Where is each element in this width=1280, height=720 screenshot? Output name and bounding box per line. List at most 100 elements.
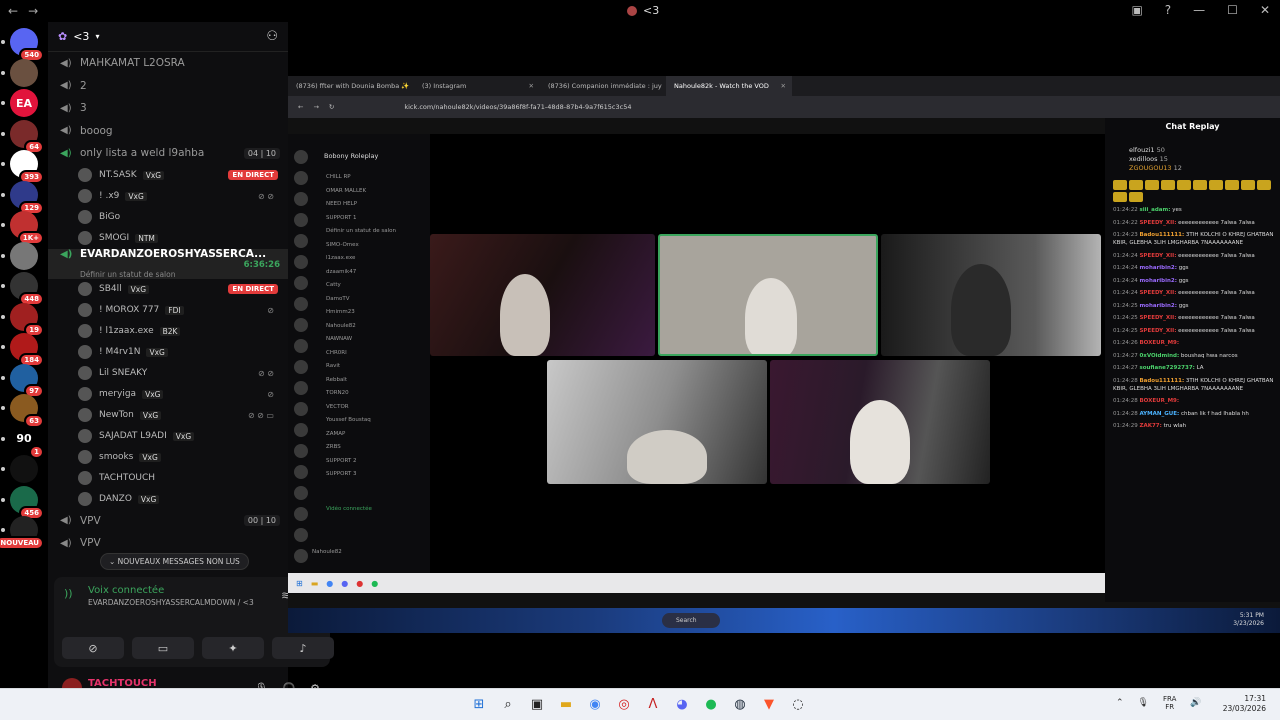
language-indicator[interactable]: FRA FR xyxy=(1163,695,1176,711)
voice-member[interactable]: TACHTOUCH xyxy=(48,468,288,489)
voice-channel[interactable]: ◀) booog xyxy=(48,120,288,143)
video-tile-4[interactable] xyxy=(547,360,767,484)
server-icon[interactable]: 97 xyxy=(10,363,44,398)
chat-username[interactable]: SPEEDY_XII: xyxy=(1139,253,1176,259)
voice-member[interactable]: SB4ll VxG EN DIRECT xyxy=(48,279,288,300)
voice-member[interactable]: SAJADAT L9ADI VxG xyxy=(48,426,288,447)
obs-icon[interactable]: ◌ xyxy=(787,693,809,715)
browser-tab[interactable]: (8736) ffter with Dounia Bomba ✨✕ xyxy=(288,76,414,96)
add-member-icon[interactable]: ⚇ xyxy=(266,29,278,44)
server-icon[interactable]: 448 xyxy=(10,272,44,306)
voice-member[interactable]: DANZO VxG xyxy=(48,489,288,510)
chat-username[interactable]: moharibin2: xyxy=(1139,265,1177,271)
server-icon[interactable]: 63 xyxy=(10,394,44,428)
acrobat-icon[interactable]: Λ xyxy=(642,693,664,715)
chat-username[interactable]: Badou111111: xyxy=(1139,378,1184,384)
back-icon[interactable]: ← xyxy=(298,103,303,111)
voice-channel[interactable]: ◀) 3 xyxy=(48,97,288,120)
close-icon[interactable]: ✕ xyxy=(1260,3,1270,17)
voice-channel-active[interactable]: ◀) EVARDANZOEROSHYASSERCA... 6:36:26 Défini… xyxy=(48,248,288,279)
camera-button[interactable]: ⊘ xyxy=(62,637,124,659)
server-icon[interactable]: EA xyxy=(10,89,38,117)
server-icon[interactable]: 456 xyxy=(10,485,44,520)
channel-status[interactable]: Définir un statut de salon xyxy=(60,270,288,279)
chat-username[interactable]: 0xVOidmind: xyxy=(1139,353,1179,359)
windows-start-icon[interactable]: ⊞ xyxy=(468,693,490,715)
server-icon[interactable]: 1K+ xyxy=(10,211,44,245)
forward-icon[interactable]: → xyxy=(313,103,318,111)
video-tile-5[interactable] xyxy=(770,360,990,484)
chat-username[interactable]: SPEEDY_XII: xyxy=(1139,328,1176,334)
server-icon[interactable]: 129 xyxy=(10,180,44,215)
voice-channel[interactable]: ◀) only lista a weld l9ahba 04 | 10 xyxy=(48,142,288,165)
server-header[interactable]: ✿ <3 ▾ ⚇ xyxy=(48,22,288,52)
voice-member[interactable]: SMOGI NTM xyxy=(48,228,288,249)
voice-channel[interactable]: ◀) VPV 00 | 10 xyxy=(48,510,288,533)
chat-username[interactable]: BOXEUR_M9: xyxy=(1139,340,1179,346)
chat-username[interactable]: moharibin2: xyxy=(1139,303,1177,309)
video-tile-2[interactable] xyxy=(658,234,878,356)
task-view-icon[interactable]: ▣ xyxy=(526,693,548,715)
steam-icon[interactable]: ◍ xyxy=(729,693,751,715)
voice-member[interactable]: ! M4rv1N VxG xyxy=(48,342,288,363)
server-icon[interactable]: 184 xyxy=(10,333,44,367)
server-icon[interactable] xyxy=(10,455,38,483)
brave-icon[interactable]: ▼ xyxy=(758,693,780,715)
server-icon[interactable]: 90 1 xyxy=(10,424,44,459)
chat-username[interactable]: soufiane7292737: xyxy=(1139,365,1194,371)
stream-view[interactable]: (8736) ffter with Dounia Bomba ✨✕(3) Ins… xyxy=(288,76,1280,632)
soundboard-button[interactable]: ♪ xyxy=(272,637,334,659)
chat-username[interactable]: Badou111111: xyxy=(1139,232,1184,238)
help-icon[interactable]: ? xyxy=(1165,3,1171,17)
server-icon[interactable]: 393 xyxy=(10,150,44,184)
server-icon[interactable] xyxy=(10,241,38,270)
browser-tab[interactable]: Nahoule82k - Watch the VOD ✕ xyxy=(666,76,792,96)
back-arrow-icon[interactable]: ← xyxy=(8,4,18,18)
chat-username[interactable]: ZAK77: xyxy=(1139,423,1161,429)
browser-tab[interactable]: (3) Instagram ✕ xyxy=(414,76,540,96)
minimize-icon[interactable]: — xyxy=(1193,3,1205,17)
voice-member[interactable]: NewTon VxG ⊘ ⊘ ▭ xyxy=(48,405,288,426)
voice-member[interactable]: BiGo xyxy=(48,207,288,228)
chat-username[interactable]: siii_adam: xyxy=(1139,207,1170,213)
chat-username[interactable]: BOXEUR_M9: xyxy=(1139,398,1179,404)
volume-icon[interactable]: 🔊 xyxy=(1190,698,1201,708)
chat-username[interactable]: SPEEDY_XII: xyxy=(1139,220,1176,226)
voice-member[interactable]: NT.SASK VxG EN DIRECT xyxy=(48,165,288,186)
voice-member[interactable]: ! MOROX 777 FDI ⊘ xyxy=(48,300,288,321)
discord-icon[interactable]: ◕ xyxy=(671,693,693,715)
inbox-icon[interactable]: ▣ xyxy=(1131,3,1142,17)
voice-member[interactable]: ! .x9 VxG ⊘ ⊘ xyxy=(48,186,288,207)
browser-address[interactable]: kick.com/nahoule82k/videos/39a86f8f-fa71… xyxy=(404,103,631,111)
chrome-icon[interactable]: ◉ xyxy=(584,693,606,715)
red-app-icon[interactable]: ◎ xyxy=(613,693,635,715)
chevron-up-icon[interactable]: ⌃ xyxy=(1116,698,1124,708)
taskbar-clock[interactable]: 17:31 23/03/2026 xyxy=(1223,694,1266,714)
screen-share-button[interactable]: ▭ xyxy=(132,637,194,659)
chat-username[interactable]: SPEEDY_XII: xyxy=(1139,290,1176,296)
voice-title[interactable]: Voix connectée xyxy=(88,585,164,596)
unread-messages-pill[interactable]: ⌄ NOUVEAUX MESSAGES NON LUS xyxy=(100,553,249,570)
server-icon[interactable] xyxy=(10,58,38,87)
video-tile-1[interactable] xyxy=(430,234,655,356)
reload-icon[interactable]: ↻ xyxy=(329,103,334,111)
voice-member[interactable]: Lil SNEAKY ⊘ ⊘ xyxy=(48,363,288,384)
voice-member[interactable]: ! l1zaax.exe B2K xyxy=(48,321,288,342)
server-icon[interactable]: 64 xyxy=(10,119,44,154)
voice-channel[interactable]: ◀) VPV xyxy=(48,532,288,555)
spotify-icon[interactable]: ● xyxy=(700,693,722,715)
voice-channel[interactable]: ◀) 2 xyxy=(48,75,288,98)
search-icon[interactable]: ⌕ xyxy=(497,693,519,715)
activities-button[interactable]: ✦ xyxy=(202,637,264,659)
video-tile-3[interactable] xyxy=(881,234,1101,356)
server-icon[interactable]: 19 xyxy=(10,302,44,337)
file-explorer-icon[interactable]: ▬ xyxy=(555,693,577,715)
maximize-icon[interactable]: ☐ xyxy=(1227,3,1238,17)
server-icon[interactable]: NOUVEAU xyxy=(0,516,44,550)
server-icon[interactable]: 540 xyxy=(10,28,44,62)
browser-tab[interactable]: (8736) Companion immédiate : juy✕ xyxy=(540,76,666,96)
close-tab-icon[interactable]: ✕ xyxy=(529,82,534,90)
voice-member[interactable]: meryiga VxG ⊘ xyxy=(48,384,288,405)
voice-channel-path[interactable]: EVARDANZOEROSHYASSERCALMDOWN / <3 xyxy=(88,598,254,607)
chat-username[interactable]: SPEEDY_XII: xyxy=(1139,315,1176,321)
